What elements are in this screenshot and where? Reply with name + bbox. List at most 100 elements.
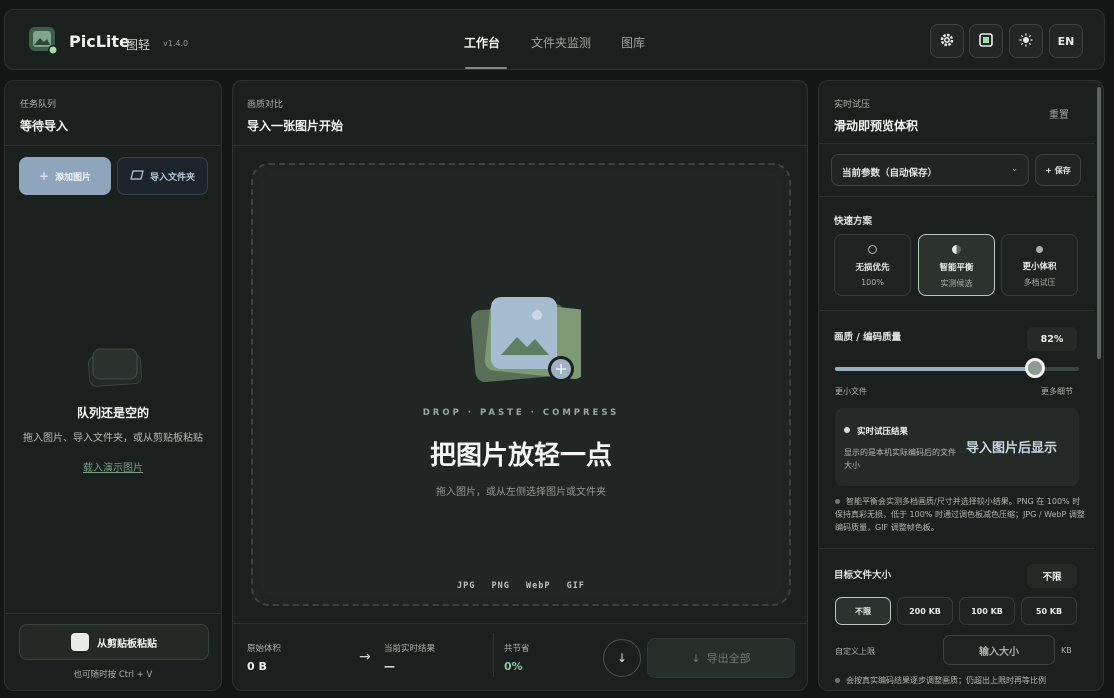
result-value: 导入图片后显示	[966, 441, 1058, 456]
size-option-100kb[interactable]: 100 KB	[959, 597, 1015, 625]
export-all-label: 导出全部	[706, 652, 751, 665]
target-note-text: 会按真实编码结果逐步调整画质；仍超出上限时再等比例	[846, 676, 1046, 685]
load-demo-link[interactable]: 载入演示图片	[5, 459, 221, 474]
divider	[5, 613, 221, 614]
clipboard-icon	[71, 633, 89, 651]
slider-max-label: 更多细节	[1041, 387, 1073, 396]
scheme-subtitle: 多档试压	[1023, 278, 1056, 287]
scrollbar[interactable]	[1097, 87, 1101, 359]
quick-scheme-label: 快速方案	[834, 216, 873, 227]
tab-workbench[interactable]: 工作台	[464, 34, 500, 51]
total-saved-label: 共节省	[504, 644, 530, 654]
reset-button[interactable]: 重置	[1049, 106, 1069, 121]
target-size-label: 目标文件大小	[834, 570, 892, 581]
quality-compare-panel: 画质对比 导入一张图片开始 DROP · PASTE · COMPRESS 把图…	[232, 80, 808, 691]
divider	[233, 145, 807, 146]
live-section-label: 实时试压	[834, 100, 871, 110]
scheme-smart-balance[interactable]: 智能平衡 实测候选	[918, 234, 995, 296]
paste-button-label: 从剪贴板粘贴	[97, 638, 157, 650]
quality-label: 画质 / 编码质量	[834, 332, 902, 343]
live-title: 滑动即预览体积	[834, 119, 919, 133]
divider	[819, 310, 1095, 311]
paste-shortcut-hint: 也可随时按 Ctrl + V	[73, 670, 153, 680]
original-size-value: 0 B	[247, 660, 267, 673]
divider	[819, 196, 1095, 197]
live-result-card: 实时试压结果 显示的是本机实际编码后的文件大小 导入图片后显示	[835, 408, 1079, 486]
size-option-200kb[interactable]: 200 KB	[897, 597, 953, 625]
arrow-right-icon: →	[359, 649, 371, 665]
folder-icon	[130, 169, 144, 183]
slider-min-label: 更小文件	[835, 387, 867, 396]
scheme-title: 无损优先	[855, 263, 890, 273]
paste-from-clipboard-button[interactable]: 从剪贴板粘贴	[19, 624, 209, 660]
divider	[233, 623, 807, 624]
plus-icon: +	[38, 169, 50, 183]
result-description: 显示的是本机实际编码后的文件大小	[844, 448, 956, 470]
drop-zone-title: 把图片放轻一点	[429, 441, 612, 471]
export-arrow-icon: ↓	[691, 651, 701, 665]
drop-zone[interactable]: DROP · PASTE · COMPRESS 把图片放轻一点 拖入图片，或从左…	[251, 163, 791, 606]
circle-icon	[868, 245, 877, 254]
sun-icon	[1019, 33, 1033, 50]
import-folder-button[interactable]: 导入文件夹	[117, 157, 208, 195]
size-option-unlimited[interactable]: 不限	[835, 597, 891, 625]
gear-icon	[939, 32, 955, 51]
scheme-note: 智能平衡会实测多档画质/尺寸并选择较小结果。PNG 在 100% 时保持真彩无损…	[835, 495, 1087, 534]
export-all-button[interactable]: ↓ 导出全部	[647, 638, 795, 678]
original-size-label: 原始体积	[247, 644, 282, 654]
quality-value-badge: 82%	[1027, 327, 1077, 351]
target-note: 会按真实编码结果逐步调整画质；仍超出上限时再等比例	[835, 675, 1087, 686]
empty-queue-icon	[85, 345, 145, 389]
add-images-button[interactable]: + 添加图片	[19, 157, 111, 195]
window-mode-button[interactable]	[969, 24, 1003, 58]
import-folder-label: 导入文件夹	[149, 172, 195, 183]
empty-queue-description: 拖入图片、导入文件夹，或从剪贴板粘贴	[23, 433, 203, 444]
scheme-smaller-size[interactable]: 更小体积 多档试压	[1001, 234, 1078, 296]
drop-zone-subtitle: 拖入图片，或从左侧选择图片或文件夹	[436, 487, 606, 498]
version-label: v1.4.0	[163, 39, 189, 48]
divider	[819, 548, 1095, 549]
target-size-value: 不限	[1027, 564, 1077, 588]
dot-icon	[1036, 246, 1043, 253]
download-button[interactable]: ↓	[603, 639, 641, 677]
compare-section-label: 画质对比	[247, 100, 284, 110]
scheme-title: 更小体积	[1022, 262, 1057, 272]
scheme-lossless[interactable]: 无损优先 100%	[834, 234, 911, 296]
status-dot-icon	[844, 427, 850, 433]
save-preset-button[interactable]: + 保存	[1035, 154, 1081, 186]
queue-title: 等待导入	[20, 119, 69, 133]
preset-select[interactable]: 当前参数（自动保存） ⌄	[831, 154, 1029, 186]
divider	[819, 143, 1095, 144]
custom-limit-label: 自定义上限	[835, 647, 875, 656]
app-logo-icon	[27, 26, 61, 56]
total-saved-value: 0%	[504, 660, 523, 673]
quality-slider-fill	[835, 367, 1036, 371]
window-icon	[979, 32, 993, 50]
result-title: 实时试压结果	[857, 427, 909, 437]
tab-gallery[interactable]: 图库	[621, 34, 645, 51]
chevron-down-icon: ⌄	[1011, 164, 1018, 173]
supported-formats: JPG PNG WebP GIF	[457, 581, 585, 591]
download-icon: ↓	[616, 651, 628, 665]
scheme-subtitle: 100%	[861, 278, 884, 287]
quality-slider-thumb[interactable]	[1025, 358, 1046, 378]
brand-name-cn: 图轻	[126, 38, 151, 52]
bullet-icon	[835, 678, 840, 683]
scheme-note-text: 智能平衡会实测多档画质/尺寸并选择较小结果。PNG 在 100% 时保持真彩无损…	[835, 497, 1085, 532]
task-queue-panel: 任务队列 等待导入 + 添加图片 导入文件夹 队列还是空的 拖入图片、导入文件夹…	[4, 80, 222, 691]
empty-queue-title: 队列还是空的	[76, 406, 149, 420]
custom-size-input[interactable]: 输入大小	[943, 635, 1055, 665]
current-result-value: —	[384, 660, 395, 673]
scheme-title: 智能平衡	[939, 263, 974, 273]
image-placeholder-icon	[469, 291, 590, 387]
settings-button[interactable]	[930, 24, 964, 58]
scheme-subtitle: 实测候选	[940, 279, 973, 288]
preset-select-value: 当前参数（自动保存）	[842, 168, 938, 179]
language-button[interactable]: EN	[1049, 24, 1083, 58]
size-option-50kb[interactable]: 50 KB	[1021, 597, 1077, 625]
current-result-label: 当前实时结果	[384, 644, 436, 654]
tab-folder-monitor[interactable]: 文件夹监测	[531, 34, 591, 51]
queue-section-label: 任务队列	[20, 100, 57, 110]
add-images-label: 添加图片	[55, 172, 92, 183]
theme-toggle-button[interactable]	[1009, 24, 1043, 58]
